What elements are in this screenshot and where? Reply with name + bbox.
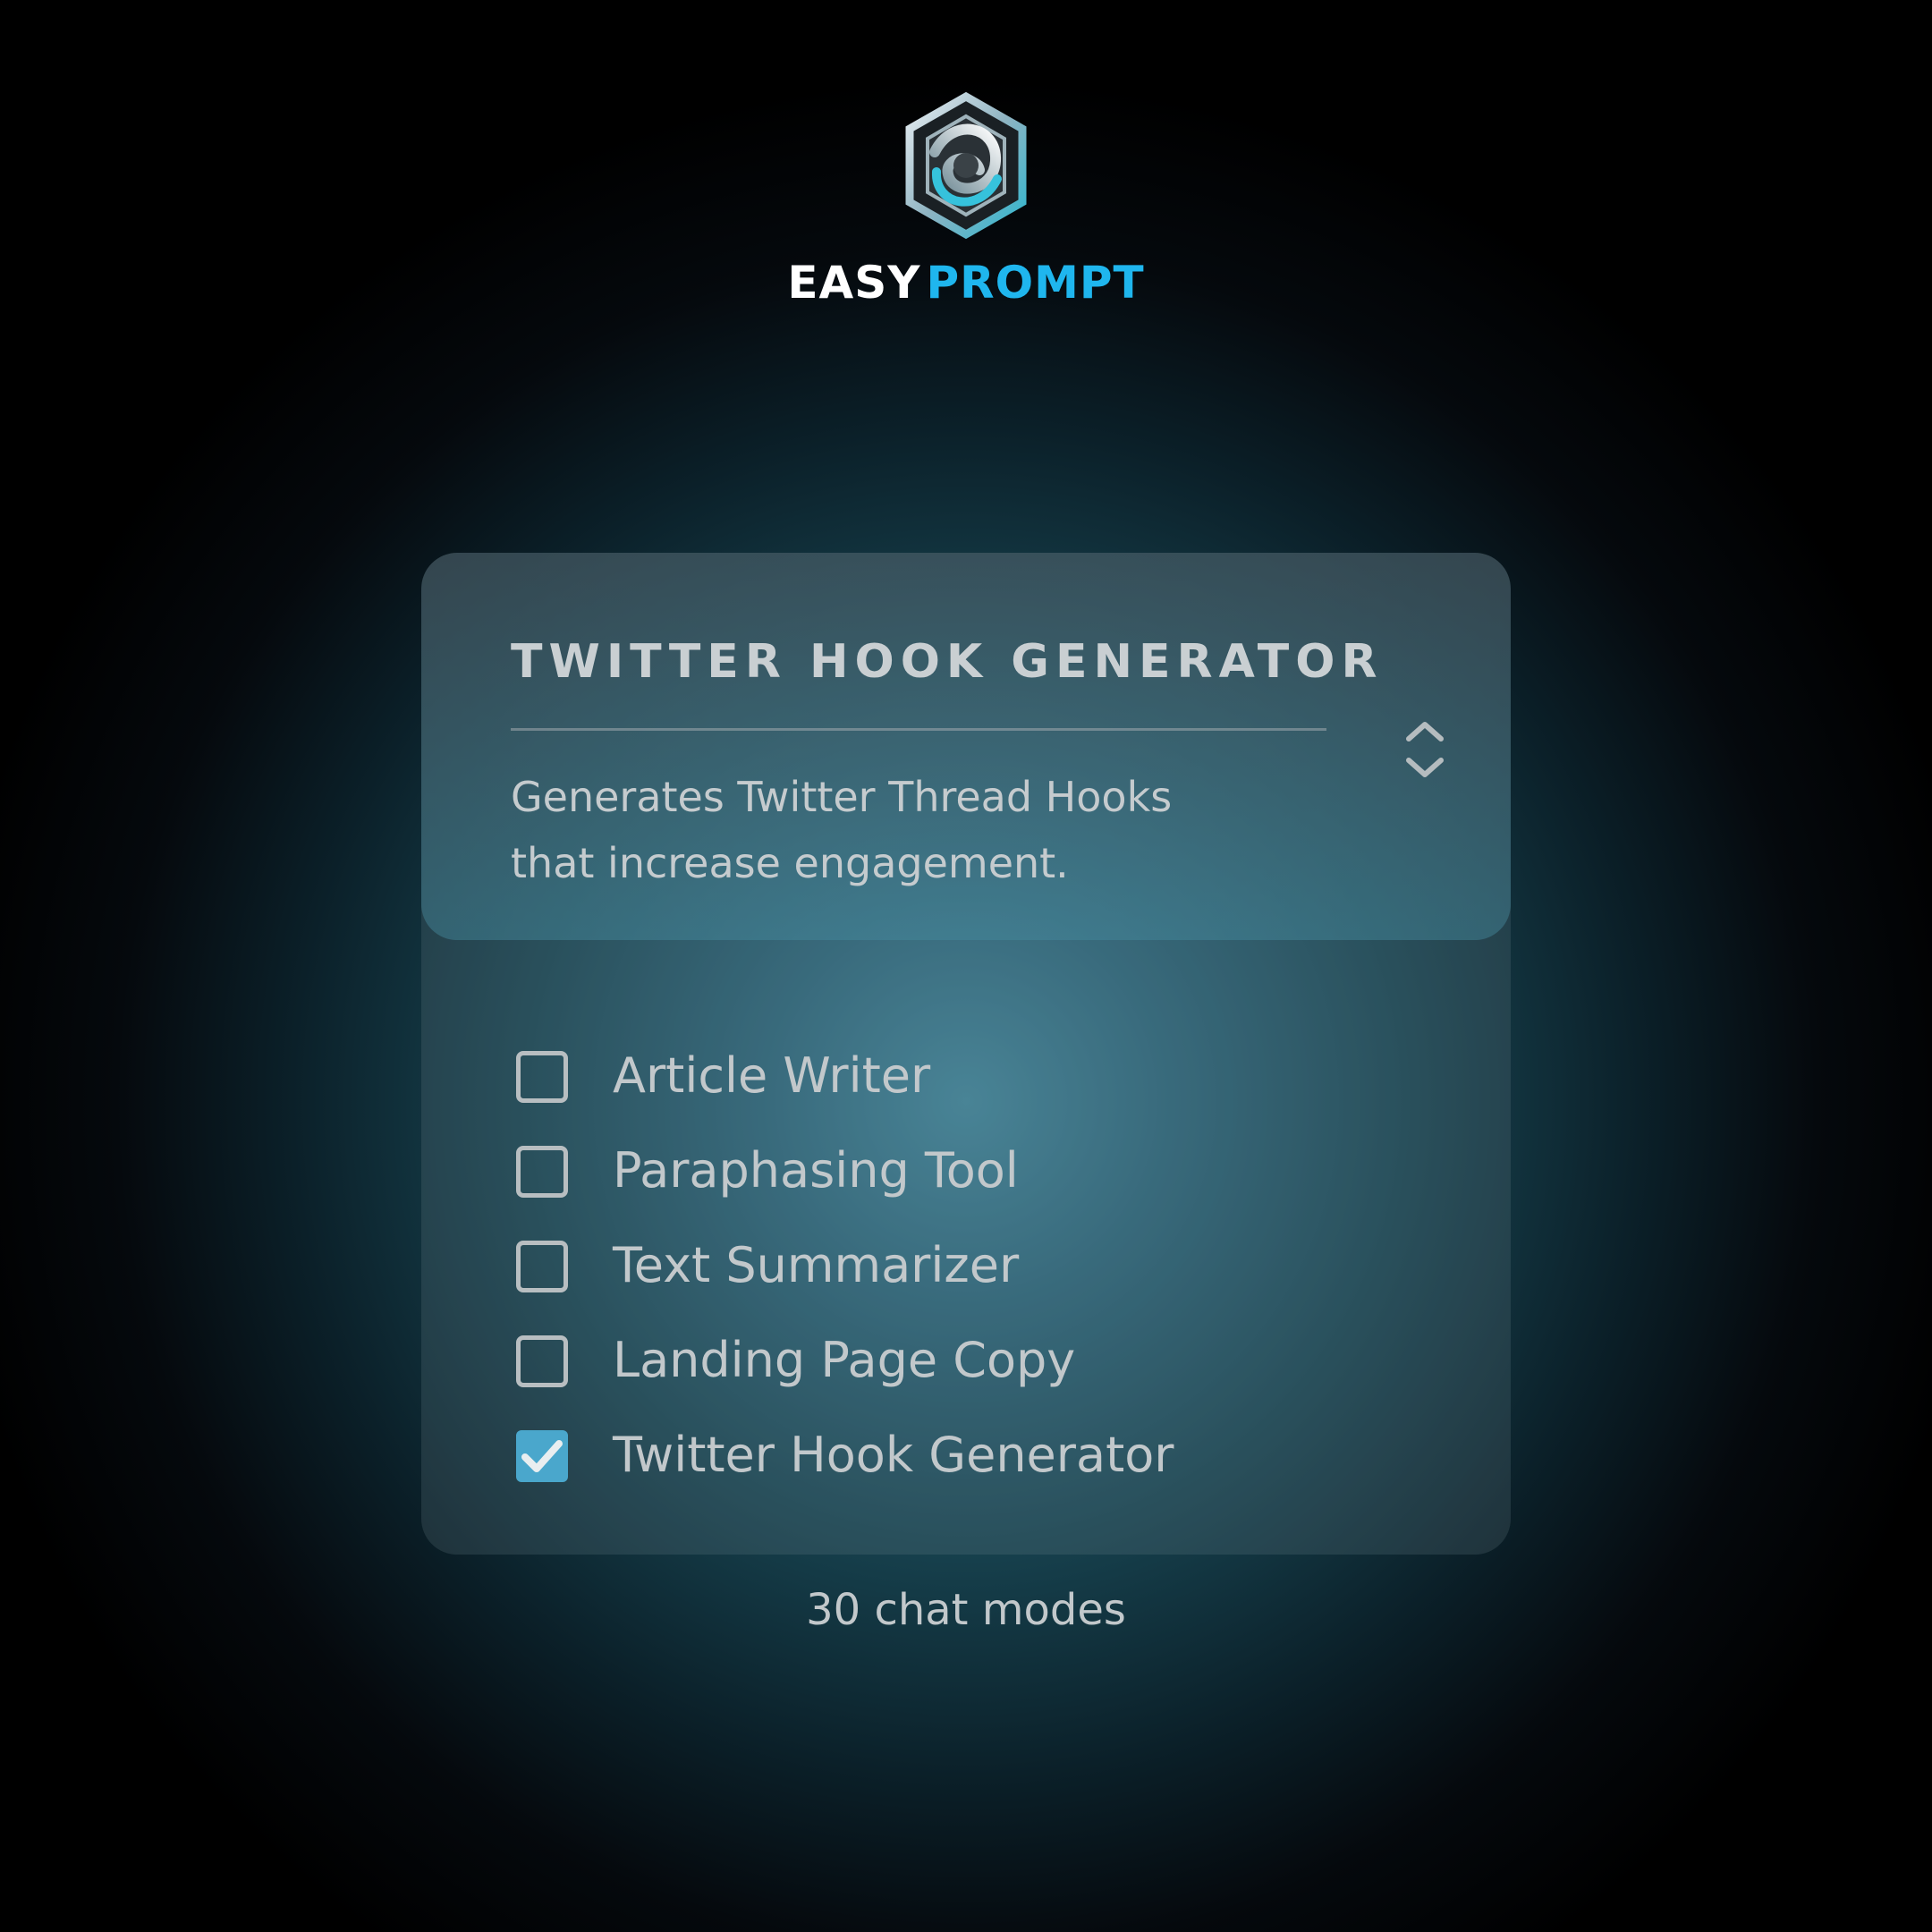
brand-word-easy: EASY	[787, 257, 921, 309]
checkbox-unchecked[interactable]	[516, 1146, 568, 1198]
brand-word-prompt: PROMPT	[926, 257, 1145, 309]
option-article-writer[interactable]: Article Writer	[516, 1029, 1411, 1123]
checkbox-unchecked[interactable]	[516, 1335, 568, 1387]
chat-mode-selector-card: TWITTER HOOK GENERATOR Generates Twitter…	[421, 553, 1511, 1555]
option-text-summarizer[interactable]: Text Summarizer	[516, 1218, 1411, 1313]
checkbox-unchecked[interactable]	[516, 1051, 568, 1103]
checkmark-icon	[521, 1440, 563, 1472]
selected-mode-title: TWITTER HOOK GENERATOR	[511, 635, 1384, 689]
option-label: Text Summarizer	[613, 1237, 1020, 1293]
chevron-up-down-icon	[1406, 722, 1444, 777]
brand-header: EASY PROMPT	[0, 89, 1932, 309]
selected-mode-description: Generates Twitter Thread Hooks that incr…	[511, 773, 1173, 887]
header-divider	[511, 728, 1326, 731]
mode-options-list: Article Writer Paraphasing Tool Text Sum…	[516, 1029, 1411, 1503]
option-label: Article Writer	[613, 1047, 931, 1104]
option-landing-page-copy[interactable]: Landing Page Copy	[516, 1313, 1411, 1408]
mode-stepper-button[interactable]	[1402, 705, 1448, 794]
option-label: Paraphasing Tool	[613, 1142, 1019, 1199]
option-label: Landing Page Copy	[613, 1332, 1076, 1388]
option-label: Twitter Hook Generator	[613, 1427, 1174, 1483]
option-twitter-hook-generator[interactable]: Twitter Hook Generator	[516, 1408, 1411, 1503]
brand-wordmark: EASY PROMPT	[0, 256, 1932, 309]
checkbox-unchecked[interactable]	[516, 1241, 568, 1292]
option-paraphasing-tool[interactable]: Paraphasing Tool	[516, 1123, 1411, 1218]
chat-modes-count: 30 chat modes	[806, 1585, 1126, 1635]
selected-mode-header[interactable]: TWITTER HOOK GENERATOR Generates Twitter…	[421, 553, 1511, 940]
hexagon-knot-logo-icon	[905, 91, 1027, 240]
checkbox-checked[interactable]	[516, 1430, 568, 1482]
